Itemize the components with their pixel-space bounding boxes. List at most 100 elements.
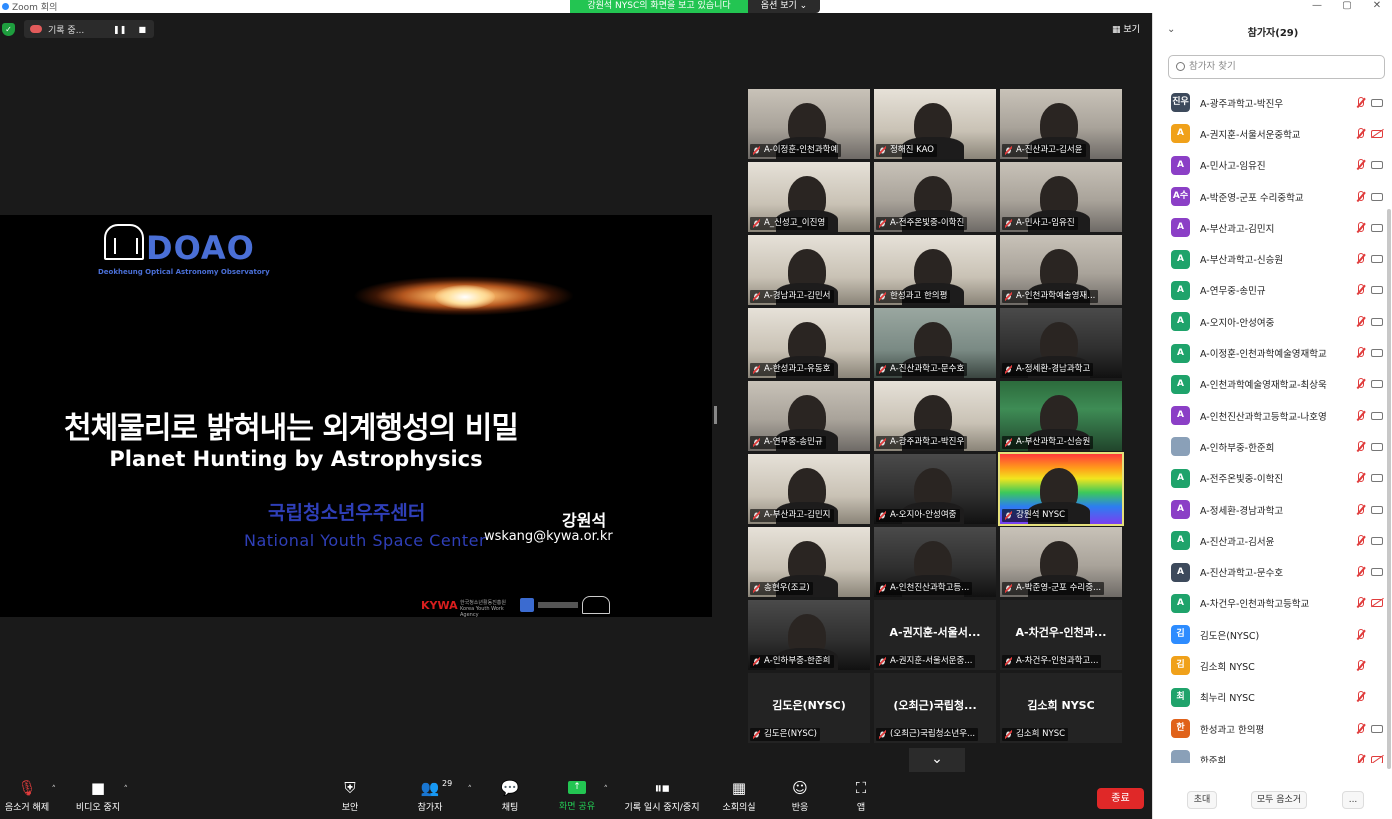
participant-row[interactable]: A A-오지아-안성여중 [1153, 306, 1389, 337]
apps-button[interactable]: ⛶ 앱 [848, 779, 874, 817]
participant-search-input[interactable]: 참가자 찾기 [1168, 55, 1385, 79]
video-tile[interactable]: A-경남과고-김민서 [748, 235, 870, 305]
tile-name-label: A-인하부중-한준희 [750, 655, 834, 668]
stop-video-button[interactable]: ■ ˄ 비디오 중지 [72, 779, 128, 817]
chevron-up-icon[interactable]: ˄ [52, 785, 57, 795]
video-tile[interactable]: A-민사고-임유진 [1000, 162, 1122, 232]
tile-name-label: 김도은(NYSC) [750, 728, 820, 741]
video-tile[interactable]: A-진산과고-김서윤 [1000, 89, 1122, 159]
video-tile[interactable]: A-이정훈-인천과학예 [748, 89, 870, 159]
participant-row[interactable]: A A-민사고-임유진 [1153, 150, 1389, 181]
participant-row[interactable]: A A-진산과학고-문수호 [1153, 556, 1389, 587]
stop-video-label: 비디오 중지 [75, 803, 121, 813]
participant-row[interactable]: A A-권지훈-서울서운중학교 [1153, 118, 1389, 149]
tile-name-label: A-인천과학예술영재... [1002, 290, 1099, 303]
participant-row[interactable]: A A-차건우-인천과학고등학교 [1153, 588, 1389, 619]
participant-row[interactable]: A A-연무중-송민규 [1153, 275, 1389, 306]
breakout-label: 소회의실 [722, 803, 756, 813]
layout-splitter-handle[interactable] [714, 406, 717, 424]
participant-row[interactable]: 김 김소희 NYSC [1153, 650, 1389, 681]
video-tile[interactable]: 정해진 KAO [874, 89, 996, 159]
video-tile[interactable]: A-진산과학고-문수호 [874, 308, 996, 378]
video-tile[interactable]: A-박준영-군포 수리중... [1000, 527, 1122, 597]
reactions-button[interactable]: ☺ 반응 [786, 779, 814, 817]
video-tile[interactable]: A-정세환-경남과학고 [1000, 308, 1122, 378]
security-button[interactable]: ⛨ 보안 [336, 779, 364, 817]
chevron-up-icon[interactable]: ˄ [604, 785, 609, 795]
pause-recording-button[interactable]: ⏸⏹ 기록 일시 중지/중지 [620, 779, 704, 817]
pause-recording-icon[interactable]: ❚❚ [113, 25, 126, 34]
tile-name-label: A-전주온빛중-이학진 [876, 217, 968, 230]
unmute-button[interactable]: 🎙 ˄ 음소거 해제 [2, 779, 56, 817]
avatar: A [1171, 312, 1190, 332]
participant-row[interactable]: A-인하부중-한준희 [1153, 431, 1389, 462]
participant-row[interactable]: 한준희 [1153, 744, 1389, 763]
more-options-button[interactable]: ... [1342, 791, 1364, 809]
chevron-up-icon[interactable]: ˄ [124, 785, 129, 795]
view-options-button[interactable]: 옵션 보기 ⌄ [748, 0, 820, 13]
avatar [1171, 750, 1190, 763]
video-tile[interactable]: A-광주과학고-박진우 [874, 381, 996, 451]
participant-list-scrollbar[interactable] [1387, 209, 1391, 769]
participant-row[interactable]: 최 최누리 NYSC [1153, 682, 1389, 713]
close-button[interactable]: ✕ [1362, 0, 1392, 13]
security-shield-icon[interactable]: ✓ [2, 23, 15, 36]
participants-button[interactable]: 👥 29 ˄ 참가자 [414, 779, 472, 817]
participant-video [1028, 468, 1090, 524]
video-tile[interactable]: (오최근)국립청... (오최근)국립청소년우... [874, 673, 996, 743]
participant-row[interactable]: 진우 A-광주과학고-박진우 [1153, 87, 1389, 118]
participant-row[interactable]: A A-정세환-경남과학고 [1153, 494, 1389, 525]
video-tile[interactable]: A-권지훈-서울서... A-권지훈-서울서운중... [874, 600, 996, 670]
tile-name-label: A-민사고-임유진 [1002, 217, 1078, 230]
video-tile[interactable]: A-한성과고-유동호 [748, 308, 870, 378]
view-button[interactable]: ▦ 보기 [1112, 22, 1140, 35]
video-tile[interactable]: A-부산과고-김민지 [748, 454, 870, 524]
tile-name-label: A-진산과고-김서윤 [1002, 144, 1086, 157]
end-meeting-button[interactable]: 종료 [1097, 788, 1144, 809]
gallery-next-page-button[interactable]: ⌄ [909, 748, 965, 772]
participant-row[interactable]: A A-인천과학예술영재학교-최상욱 [1153, 369, 1389, 400]
video-tile[interactable]: A_신성고_이진영 [748, 162, 870, 232]
minimize-button[interactable]: — [1302, 0, 1332, 13]
participant-row[interactable]: A A-인천진산과학고등학교-나호영 [1153, 400, 1389, 431]
participant-row[interactable]: A A-부산과학고-신승원 [1153, 243, 1389, 274]
pause-stop-icon: ⏸⏹ [654, 779, 670, 797]
video-tile[interactable]: A-연무중-송민규 [748, 381, 870, 451]
participant-row[interactable]: A A-부산과고-김민지 [1153, 212, 1389, 243]
video-tile[interactable]: 한성과고 한의평 [874, 235, 996, 305]
video-tile[interactable]: A-인천진산과학고등... [874, 527, 996, 597]
video-tile[interactable]: A-차건우-인천과... A-차건우-인천과학고... [1000, 600, 1122, 670]
participant-video [902, 103, 964, 159]
participant-row[interactable]: A A-진산과고-김서윤 [1153, 525, 1389, 556]
participant-status-icons [1355, 556, 1383, 587]
breakout-rooms-button[interactable]: ▦ 소회의실 [718, 779, 760, 817]
mute-all-button[interactable]: 모두 음소거 [1251, 791, 1307, 809]
muted-mic-icon [1355, 190, 1365, 203]
participant-status-icons [1355, 650, 1383, 681]
participant-row[interactable]: A수 A-박준영-군포 수리중학교 [1153, 181, 1389, 212]
video-tile[interactable]: A-전주온빛중-이학진 [874, 162, 996, 232]
participant-name: A-이정훈-인천과학예술영재학교 [1200, 349, 1327, 361]
observatory-small-logo-icon [582, 596, 610, 614]
participant-row[interactable]: 김 김도은(NYSC) [1153, 619, 1389, 650]
video-tile[interactable]: A-인천과학예술영재... [1000, 235, 1122, 305]
video-tile[interactable]: 김도은(NYSC) 김도은(NYSC) [748, 673, 870, 743]
chevron-up-icon[interactable]: ˄ [468, 785, 473, 795]
participant-video [902, 468, 964, 524]
tile-name-label: A_신성고_이진영 [750, 217, 829, 230]
muted-mic-icon [1355, 96, 1365, 109]
participant-row[interactable]: A A-이정훈-인천과학예술영재학교 [1153, 337, 1389, 368]
participant-row[interactable]: 한 한성과고 한의평 [1153, 713, 1389, 744]
video-tile[interactable]: A-인하부중-한준희 [748, 600, 870, 670]
stop-recording-icon[interactable]: ■ [138, 25, 146, 34]
chat-button[interactable]: 💬 채팅 [496, 779, 524, 817]
video-tile[interactable]: A-부산과학고-신승원 [1000, 381, 1122, 451]
invite-button[interactable]: 초대 [1187, 791, 1217, 809]
maximize-button[interactable]: ▢ [1332, 0, 1362, 13]
video-tile[interactable]: A-오지아-안성여중 [874, 454, 996, 524]
video-tile[interactable]: 강원석 NYSC [998, 452, 1124, 526]
video-tile[interactable]: 송현우(조교) [748, 527, 870, 597]
participant-row[interactable]: A A-전주온빛중-이학진 [1153, 463, 1389, 494]
share-screen-button[interactable]: ↑ ˄ 화면 공유 [556, 779, 608, 817]
video-tile[interactable]: 김소희 NYSC 김소희 NYSC [1000, 673, 1122, 743]
